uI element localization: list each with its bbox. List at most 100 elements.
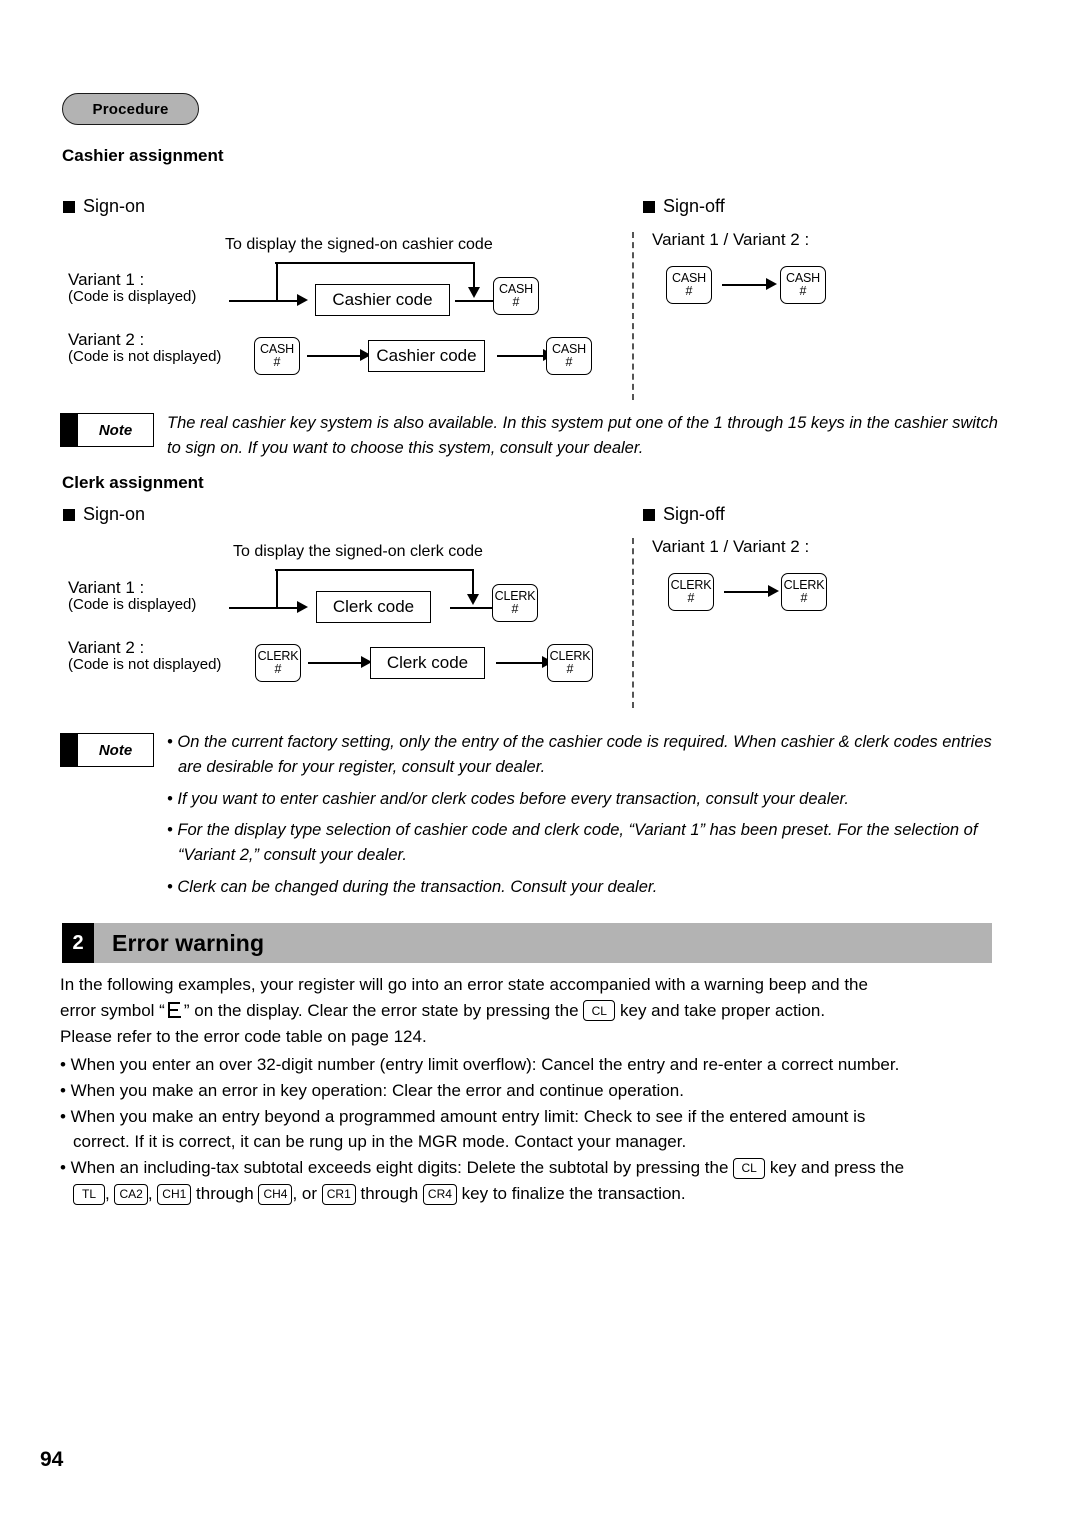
section-number: 2	[62, 923, 94, 963]
tl-key-icon: TL	[73, 1183, 105, 1205]
clerk-column-divider	[632, 538, 634, 708]
cashier-variant2-title: Variant 2 :	[68, 330, 145, 349]
cashier-signon-heading: Sign-on	[63, 196, 145, 217]
cashier-v1-loop-right	[473, 262, 475, 288]
section-title: Error warning	[94, 923, 992, 963]
cashier-variant2-sub: (Code is not displayed)	[68, 348, 222, 366]
clerk-signoff-heading: Sign-off	[643, 504, 725, 525]
clerk-v2-code-box: Clerk code	[370, 647, 485, 679]
clerk-v2-arrow1-line	[308, 662, 363, 664]
error-bullet-4-line-1: • When an including-tax subtotal exceeds…	[60, 1157, 905, 1179]
cashier-v1-arrow1-head	[297, 294, 308, 306]
clerk-signon-heading: Sign-on	[63, 504, 145, 525]
clerk-signoff-clerk-key-2: CLERK #	[781, 573, 827, 611]
intro-line-3: Please refer to the error code table on …	[60, 1026, 427, 1046]
note-1-text: The real cashier key system is also avai…	[167, 414, 998, 457]
cashier-v2-cash-key-2: CASH #	[546, 337, 592, 375]
clerk-v2-arrow2-line	[496, 662, 544, 664]
note-2-bullet-2: • If you want to enter cashier and/or cl…	[167, 789, 850, 808]
bullet-square-icon	[63, 200, 75, 213]
cashier-signon-label: Sign-on	[83, 196, 146, 216]
cashier-v2-code-box: Cashier code	[368, 340, 485, 372]
clerk-variant2-sub: (Code is not displayed)	[68, 656, 222, 674]
cashier-variant1-sub: (Code is displayed)	[68, 288, 197, 306]
error-bullet-2: • When you make an error in key operatio…	[60, 1080, 684, 1100]
clerk-v1-loop-arrowhead	[467, 594, 479, 605]
clerk-signon-label: Sign-on	[83, 504, 146, 524]
procedure-badge: Procedure	[62, 93, 199, 125]
cashier-v1-loop-left	[276, 262, 278, 302]
cashier-column-divider	[632, 232, 634, 400]
clerk-variant2-label: Variant 2 : (Code is not displayed)	[68, 638, 221, 674]
clerk-caption: To display the signed-on clerk code	[233, 543, 483, 560]
ca2-key-icon: CA2	[114, 1183, 148, 1205]
cashier-caption: To display the signed-on cashier code	[225, 236, 493, 253]
cashier-assignment-heading: Cashier assignment	[62, 146, 224, 165]
cashier-v1-code-box: Cashier code	[315, 284, 450, 316]
clerk-variant2-title: Variant 2 :	[68, 638, 145, 657]
bullet-square-icon	[643, 508, 655, 521]
bullet-square-icon	[63, 508, 75, 521]
cashier-signoff-arrow-head	[766, 278, 777, 290]
clerk-assignment-heading: Clerk assignment	[62, 473, 204, 492]
error-bullet-4-line-2: TL, CA2, CH1 through CH4, or CR1 through…	[60, 1181, 1025, 1207]
cashier-signoff-cash-key-1: CASH #	[666, 266, 712, 304]
cl-key-icon: CL	[733, 1157, 766, 1179]
clerk-v1-loop-right	[472, 569, 474, 595]
clerk-v1-arrow1-head	[297, 601, 308, 613]
note-badge-2: Note	[60, 733, 154, 767]
clerk-v1-clerk-key: CLERK #	[492, 584, 538, 622]
clerk-variant1-label: Variant 1 : (Code is displayed)	[68, 578, 196, 614]
section-header-error-warning: 2 Error warning	[62, 923, 992, 963]
clerk-v1-arrow1-line	[229, 607, 298, 609]
clerk-signoff-label: Sign-off	[663, 504, 725, 524]
cashier-signoff-heading: Sign-off	[643, 196, 725, 217]
note-tab-icon	[61, 734, 78, 766]
cr4-key-icon: CR4	[422, 1183, 457, 1205]
cashier-signoff-variants: Variant 1 / Variant 2 :	[652, 230, 810, 249]
clerk-signoff-clerk-key-1: CLERK #	[668, 573, 714, 611]
clerk-signoff-arrow-head	[768, 585, 779, 597]
error-warning-intro: In the following examples, your register…	[60, 972, 1020, 1049]
error-bullet-3-line-2: correct. If it is correct, it can be run…	[73, 1132, 687, 1152]
cr1-key-icon: CR1	[321, 1183, 356, 1205]
intro-line-1: In the following examples, your register…	[60, 975, 868, 994]
clerk-signoff-arrow-line	[724, 591, 770, 593]
bullet-square-icon	[643, 200, 655, 213]
error-bullet-1: • When you enter an over 32-digit number…	[60, 1055, 900, 1074]
clerk-v1-code-box: Clerk code	[316, 591, 431, 623]
note-2-text: • On the current factory setting, only t…	[167, 730, 1007, 907]
cashier-variant1-title: Variant 1 :	[68, 270, 145, 289]
cashier-signoff-arrow-line	[722, 284, 768, 286]
cashier-variant2-label: Variant 2 : (Code is not displayed)	[68, 330, 221, 366]
procedure-badge-label: Procedure	[92, 100, 169, 118]
ch1-key-icon: CH1	[157, 1183, 192, 1205]
ch4-key-icon: CH4	[258, 1183, 293, 1205]
error-bullet-3-line-1: • When you make an entry beyond a progra…	[60, 1106, 866, 1126]
cashier-v2-cash-key-1: CASH #	[254, 337, 300, 375]
note-badge-label-2: Note	[98, 741, 133, 759]
cashier-signoff-cash-key-2: CASH #	[780, 266, 826, 304]
cl-key-icon: CL	[583, 1000, 616, 1022]
clerk-v1-loop-top	[275, 569, 473, 571]
note-2-bullet-4: • Clerk can be changed during the transa…	[167, 877, 658, 896]
page-number: 94	[40, 1448, 64, 1471]
error-symbol-icon	[167, 1001, 182, 1019]
clerk-v1-arrow2-line	[450, 607, 496, 609]
manual-page: Procedure Cashier assignment Sign-on Sig…	[0, 0, 1080, 1526]
clerk-v2-clerk-key-2: CLERK #	[547, 644, 593, 682]
note-tab-icon	[61, 414, 78, 446]
cashier-v2-arrow1-line	[307, 355, 362, 357]
note-badge-1: Note	[60, 413, 154, 447]
note-2-bullet-3: • For the display type selection of cash…	[167, 821, 978, 864]
clerk-variant1-title: Variant 1 :	[68, 578, 145, 597]
clerk-signoff-variants: Variant 1 / Variant 2 :	[652, 537, 810, 556]
cashier-signoff-label: Sign-off	[663, 196, 725, 216]
cashier-v1-cash-key: CASH #	[493, 277, 539, 315]
note-2-bullet-1: • On the current factory setting, only t…	[167, 733, 992, 776]
cashier-v2-arrow2-line	[497, 355, 545, 357]
error-warning-bullets: • When you enter an over 32-digit number…	[60, 1052, 1025, 1207]
cashier-v1-arrow1-line	[229, 300, 298, 302]
cashier-variant1-label: Variant 1 : (Code is displayed)	[68, 270, 196, 306]
cashier-v1-loop-top	[275, 262, 474, 264]
